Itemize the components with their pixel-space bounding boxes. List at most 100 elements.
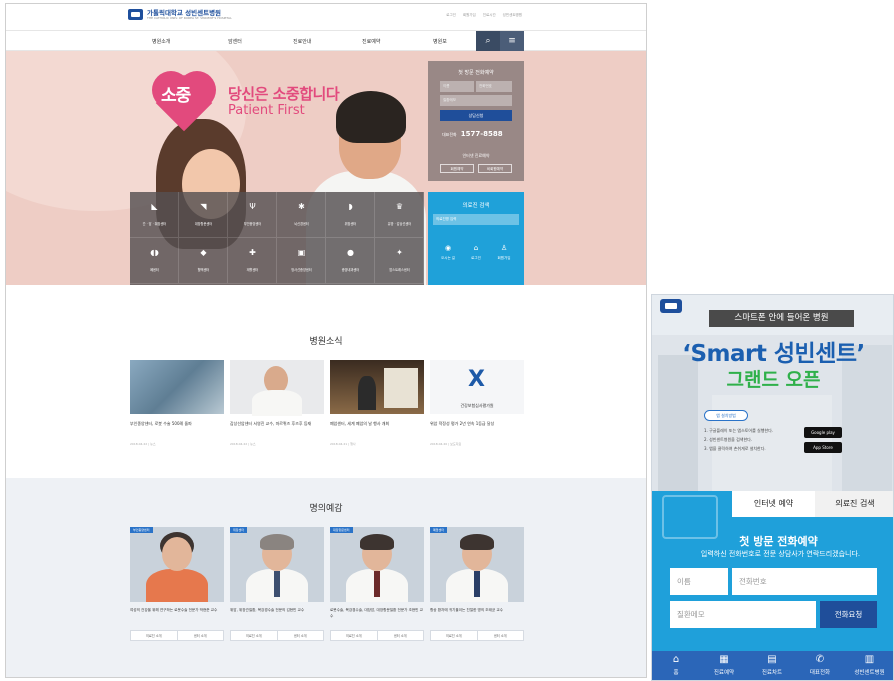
center-item[interactable]: Ψ 부인종양센터 — [228, 192, 277, 238]
center-icon: ◥ — [200, 202, 207, 211]
news-card[interactable]: 갑상선암센터 서영진 교수, 마르퀴즈 후즈후 등재 2018.04.22 | … — [230, 360, 324, 446]
doctor-search-input[interactable]: 의료진명 입력 — [433, 214, 519, 225]
call-panel-title: 첫 방문 전화예약 — [458, 70, 494, 76]
gnb-item-guide[interactable]: 진료안내 — [293, 38, 311, 45]
nav-label: 진료예약 — [713, 670, 735, 676]
center-label: 대장항문센터 — [194, 222, 213, 226]
call-name-input[interactable]: 이름 — [440, 81, 474, 92]
nav-home[interactable]: ⌂ 홈 — [652, 651, 700, 680]
center-item[interactable]: ● 종양내과센터 — [326, 238, 375, 284]
mobile-phone-input[interactable]: 전화번호 — [732, 568, 877, 595]
main-phone-number: 1577-8588 — [460, 130, 503, 138]
login-link[interactable]: 로그인 — [462, 256, 490, 261]
nav-chart[interactable]: ▤ 진료차트 — [748, 651, 796, 680]
mobile-name-input[interactable]: 이름 — [670, 568, 728, 595]
news-date: 2018.04.22 | 뉴스 — [130, 442, 156, 446]
center-label: 방사선종양센터 — [291, 268, 312, 272]
nav-reservation[interactable]: ▦ 진료예약 — [700, 651, 748, 680]
gnb-item-cancer-center[interactable]: 암센터 — [228, 38, 242, 45]
doctor-card[interactable]: 부인종양센터 여성의 건강을 위해 연구하는 로봇수술 전문가 박현준 교수 의… — [130, 527, 224, 641]
doctors-section-title: 명의예감 — [309, 504, 343, 514]
hira-logo-icon: X — [468, 367, 485, 392]
directions-link[interactable]: 오시는 길 — [434, 256, 462, 261]
user-icon[interactable]: ♙ — [490, 244, 518, 252]
center-item[interactable]: ✦ 암스트레스센터 — [375, 238, 424, 284]
call-memo-input[interactable]: 질환메모 — [440, 95, 512, 106]
center-icon: Ψ — [249, 202, 256, 211]
call-submit-button[interactable]: 상담신청 — [440, 110, 512, 121]
util-hospital-link[interactable]: 성빈센트병원 — [503, 13, 522, 18]
gnb-item-newsletter[interactable]: 병원보 — [433, 38, 447, 45]
doctor-desc: 로봇수술, 복강경수술, 대장암, 대장항문질환 전문가 조현빈 교수 — [330, 608, 423, 618]
search-icon: ⌕ — [485, 36, 491, 46]
center-intro-button[interactable]: 센터 소개 — [276, 631, 324, 640]
center-item[interactable]: ◥ 대장항문센터 — [179, 192, 228, 238]
login-icon[interactable]: ⌂ — [462, 244, 490, 252]
location-icon[interactable]: ◉ — [434, 244, 462, 252]
join-link[interactable]: 회원가입 — [490, 256, 518, 261]
doctor-intro-button[interactable]: 의료진 소개 — [231, 631, 277, 640]
util-login-link[interactable]: 로그인 — [446, 13, 456, 18]
install-step: 2. 성빈센트병원을 검색한다. — [704, 437, 753, 442]
clipboard-icon: ▤ — [767, 654, 777, 665]
doctor-intro-button[interactable]: 의료진 소개 — [131, 631, 177, 640]
news-card[interactable]: X 건강보험심사평가원 위암 적정성 평가 2년 연속 1등급 달성 2018.… — [430, 360, 524, 446]
gnb-menu-button[interactable]: ≡ — [500, 31, 524, 51]
center-item[interactable]: ▣ 방사선종양센터 — [277, 238, 326, 284]
mobile-call-desc: 입력하신 전화번호로 전문 상담사가 연락드리겠습니다. — [700, 550, 861, 558]
gnb-search-button[interactable]: ⌕ — [476, 31, 500, 51]
util-join-link[interactable]: 회원가입 — [463, 13, 476, 18]
news-card[interactable]: 폐암센터, 세계 폐암의 날 행사 개최 2018.04.21 | 행사 — [330, 360, 424, 446]
global-nav: 병원소개 암센터 진료안내 진료예약 병원보 ⌕ ≡ — [6, 30, 646, 51]
center-label: 혈액센터 — [197, 268, 210, 272]
doctor-intro-button[interactable]: 의료진 소개 — [331, 631, 377, 640]
mobile-subheadline: 그랜드 오픈 — [726, 369, 821, 391]
news-title: 위암 적정성 평가 2년 연속 1등급 달성 — [430, 421, 495, 426]
member-reservation-button[interactable]: 회원예약 — [440, 164, 474, 173]
news-date: 2018.04.22 | 뉴스 — [230, 442, 256, 446]
hospital-logo[interactable]: 가톨릭대학교 성빈센트병원 THE CATHOLIC UNIV. OF KORE… — [128, 9, 232, 20]
doctor-photo: 폐암센터 — [430, 527, 524, 602]
tab-internet-reservation[interactable]: 인터넷 예약 — [732, 491, 815, 517]
online-reservation-title: 인터넷 진료예약 — [462, 153, 490, 158]
doctor-card[interactable]: 대장항문센터 로봇수술, 복강경수술, 대장암, 대장항문질환 전문가 조현빈 … — [330, 527, 424, 641]
home-icon: ⌂ — [672, 654, 680, 665]
center-intro-button[interactable]: 센터 소개 — [176, 631, 224, 640]
nav-hospital[interactable]: ▥ 성빈센트병원 — [844, 651, 893, 680]
center-item[interactable]: ✚ 재활센터 — [228, 238, 277, 284]
gnb-item-reservation[interactable]: 진료예약 — [362, 38, 380, 45]
center-item[interactable]: ◣ 간 · 담 · 췌장센터 — [130, 192, 179, 238]
center-item[interactable]: ◗ 위장센터 — [326, 192, 375, 238]
tab-doctor-search[interactable]: 의료진 검색 — [815, 491, 893, 517]
mobile-headline: ‘Smart 성빈센트’ — [682, 341, 865, 367]
hospital-icon: ▥ — [864, 654, 875, 665]
news-card[interactable]: 부인종양센터, 로봇 수술 500례 돌파 2018.04.22 | 뉴스 — [130, 360, 224, 446]
install-step: 3. 앱을 클릭하여 손쉬게로 설치한다. — [704, 446, 766, 451]
center-label: 부인종양센터 — [243, 222, 262, 226]
center-item[interactable]: ◖◗ 폐센터 — [130, 238, 179, 284]
call-phone-input[interactable]: 전화번호 — [476, 81, 512, 92]
app-store-badge[interactable]: App Store — [804, 442, 842, 453]
doctor-desc: 위암, 위장관질환, 복강경수술 전문의 김현민 교수 — [230, 608, 305, 612]
nav-phone[interactable]: ✆ 대표전화 — [796, 651, 844, 680]
doctor-card[interactable]: 위장센터 위암, 위장관질환, 복강경수술 전문의 김현민 교수 의료진 소개 센… — [230, 527, 324, 641]
center-label: 뇌신경센터 — [294, 222, 309, 226]
install-step: 1. 구글플레이 또는 앱스토어를 실행한다. — [704, 428, 774, 433]
center-label: 암스트레스센터 — [389, 268, 410, 272]
center-item[interactable]: ✱ 뇌신경센터 — [277, 192, 326, 238]
nonmember-reservation-button[interactable]: 비회원예약 — [478, 164, 512, 173]
phone-request-button[interactable]: 전화요청 — [820, 601, 877, 628]
center-intro-button[interactable]: 센터 소개 — [476, 631, 524, 640]
google-play-badge[interactable]: Google play — [804, 427, 842, 438]
util-hours-link[interactable]: 진료시간 — [483, 13, 496, 18]
doctor-card[interactable]: 폐암센터 항상 환자에 귀기울이는 친절한 명의 조태균 교수 의료진 소개 센터… — [430, 527, 524, 641]
doctor-desc: 여성의 건강을 위해 연구하는 로봇수술 전문가 박현준 교수 — [130, 608, 218, 612]
doctor-intro-button[interactable]: 의료진 소개 — [431, 631, 477, 640]
center-label: 위장센터 — [344, 222, 357, 226]
mobile-memo-input[interactable]: 질환메모 — [670, 601, 816, 628]
center-intro-button[interactable]: 센터 소개 — [376, 631, 424, 640]
center-item[interactable]: ♛ 유방 · 갑상선센터 — [375, 192, 424, 238]
news-title: 폐암센터, 세계 폐암의 날 행사 개최 — [330, 421, 390, 426]
gnb-item-about[interactable]: 병원소개 — [152, 38, 170, 45]
center-item[interactable]: ◆ 혈액센터 — [179, 238, 228, 284]
